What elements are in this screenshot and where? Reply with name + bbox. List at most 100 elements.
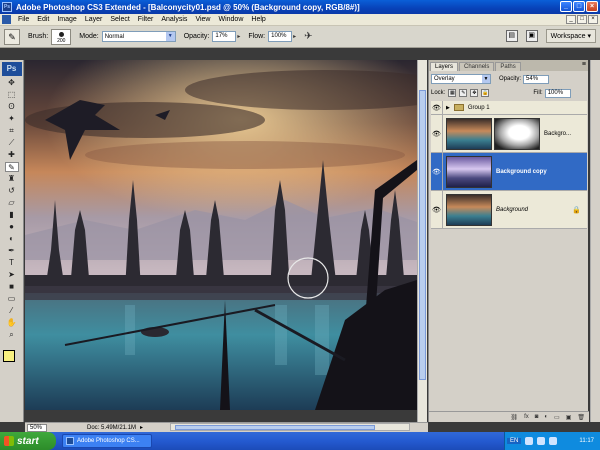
crop-icon[interactable]: ⌗ bbox=[5, 126, 19, 136]
hand-icon[interactable]: ✋ bbox=[5, 318, 19, 328]
menu-help[interactable]: Help bbox=[247, 16, 269, 23]
brush-tip-icon bbox=[59, 31, 65, 37]
layer-row-selected[interactable]: 👁 Background copy bbox=[431, 153, 587, 191]
stamp-icon[interactable]: ♜ bbox=[5, 174, 19, 184]
menu-image[interactable]: Image bbox=[53, 16, 80, 23]
menu-file[interactable]: File bbox=[14, 16, 33, 23]
fx-icon[interactable]: fx bbox=[524, 414, 529, 420]
menu-filter[interactable]: Filter bbox=[134, 16, 158, 23]
panel-dock-edge bbox=[590, 60, 600, 422]
layer-row-group[interactable]: 👁 ▶ Group 1 bbox=[431, 101, 587, 115]
menu-select[interactable]: Select bbox=[106, 16, 133, 23]
vertical-scrollbar[interactable] bbox=[417, 60, 427, 422]
brush-picker[interactable]: 200 bbox=[51, 28, 72, 45]
dodge-icon[interactable]: ◐ bbox=[5, 234, 19, 244]
taskbar-item-photoshop[interactable]: Adobe Photoshop CS... bbox=[62, 434, 152, 448]
document-canvas[interactable] bbox=[25, 60, 417, 410]
flow-slider-toggle-icon[interactable]: ▸ bbox=[293, 33, 296, 40]
new-layer-icon[interactable]: ▣ bbox=[566, 414, 572, 421]
status-menu-icon[interactable]: ▸ bbox=[140, 424, 143, 431]
tab-channels[interactable]: Channels bbox=[459, 62, 495, 71]
maximize-button[interactable]: □ bbox=[573, 1, 585, 12]
minimize-button[interactable]: _ bbox=[560, 1, 572, 12]
tray-icon[interactable] bbox=[549, 437, 558, 445]
trash-icon[interactable]: 🗑 bbox=[577, 414, 585, 421]
close-button[interactable]: × bbox=[586, 1, 598, 12]
doc-minimize-button[interactable]: _ bbox=[566, 15, 576, 24]
layer-opacity-input[interactable]: 54% bbox=[523, 74, 550, 84]
lock-transparency-icon[interactable]: ▦ bbox=[448, 89, 457, 97]
type-icon[interactable]: T bbox=[5, 258, 19, 268]
document-icon[interactable] bbox=[2, 15, 11, 24]
path-select-icon[interactable]: ➤ bbox=[5, 270, 19, 280]
palette-well-icon[interactable]: ▤ bbox=[505, 30, 518, 42]
magic-wand-icon[interactable]: ✦ bbox=[5, 114, 19, 124]
mode-select[interactable]: Normal ▼ bbox=[101, 31, 176, 42]
opacity-input[interactable]: 17% bbox=[212, 31, 237, 42]
bridge-icon[interactable]: ▣ bbox=[525, 30, 538, 42]
lock-position-icon[interactable]: ✥ bbox=[470, 89, 479, 97]
layer-mask-thumbnail[interactable] bbox=[494, 117, 540, 150]
marquee-icon[interactable]: ⬚ bbox=[5, 90, 19, 100]
eyedropper-icon[interactable]: ⁄ bbox=[5, 306, 19, 316]
vertical-scroll-thumb[interactable] bbox=[419, 90, 426, 380]
blend-mode-select[interactable]: Overlay ▼ bbox=[431, 74, 491, 84]
healing-icon[interactable]: ✚ bbox=[5, 150, 19, 160]
zoom-icon[interactable]: ⌕ bbox=[5, 330, 19, 340]
horizontal-scrollbar[interactable] bbox=[170, 423, 410, 431]
eraser-icon[interactable]: ▱ bbox=[5, 198, 19, 208]
eye-icon[interactable]: 👁 bbox=[431, 191, 443, 228]
start-button[interactable]: start bbox=[0, 432, 56, 450]
eye-icon[interactable]: 👁 bbox=[431, 153, 443, 190]
slice-icon[interactable]: ⟋ bbox=[5, 138, 19, 148]
tab-paths[interactable]: Paths bbox=[495, 62, 521, 71]
mask-icon[interactable]: ◙ bbox=[535, 414, 539, 420]
menu-analysis[interactable]: Analysis bbox=[157, 16, 191, 23]
tab-layers[interactable]: Layers bbox=[430, 62, 459, 71]
blend-row: Overlay ▼ Opacity: 54% bbox=[431, 73, 587, 85]
panel-bottom-bar: ⛓ fx ◙ ◐ ▭ ▣ 🗑 bbox=[429, 411, 589, 422]
color-swatches[interactable] bbox=[2, 346, 22, 368]
photoshop-logo[interactable]: Ps bbox=[1, 62, 22, 76]
move-icon[interactable]: ✥ bbox=[5, 78, 19, 88]
menu-edit[interactable]: Edit bbox=[33, 16, 53, 23]
blur-icon[interactable]: ● bbox=[5, 222, 19, 232]
link-icon[interactable]: ⛓ bbox=[510, 414, 518, 421]
menu-window[interactable]: Window bbox=[214, 16, 247, 23]
history-brush-icon[interactable]: ↺ bbox=[5, 186, 19, 196]
foreground-color[interactable] bbox=[2, 350, 15, 362]
flow-input[interactable]: 100% bbox=[268, 31, 293, 42]
tray-icon[interactable] bbox=[537, 437, 546, 445]
fill-input[interactable]: 100% bbox=[544, 88, 571, 98]
doc-close-button[interactable]: × bbox=[588, 15, 598, 24]
language-indicator[interactable]: EN bbox=[507, 438, 522, 444]
notes-icon[interactable]: ▭ bbox=[5, 294, 19, 304]
brush-tool-preset-icon[interactable]: ✎ bbox=[4, 28, 20, 45]
title-bar: Ps Adobe Photoshop CS3 Extended - [Balco… bbox=[0, 0, 600, 14]
brush-icon[interactable]: ✎ bbox=[4, 162, 19, 172]
menu-view[interactable]: View bbox=[191, 16, 214, 23]
lock-all-icon[interactable]: 🔒 bbox=[481, 89, 490, 97]
eye-icon[interactable]: 👁 bbox=[431, 115, 443, 152]
layer-thumbnail bbox=[446, 193, 492, 226]
tray-icon[interactable] bbox=[525, 437, 534, 445]
gradient-icon[interactable]: ▮ bbox=[5, 210, 19, 220]
adjustment-icon[interactable]: ◐ bbox=[544, 414, 548, 420]
menu-layer[interactable]: Layer bbox=[81, 16, 107, 23]
lock-pixels-icon[interactable]: ✎ bbox=[459, 89, 468, 97]
horizontal-scroll-thumb[interactable] bbox=[175, 425, 375, 430]
doc-restore-button[interactable]: □ bbox=[577, 15, 587, 24]
lasso-icon[interactable]: ʘ bbox=[5, 102, 19, 112]
airbrush-icon[interactable]: ✈ bbox=[304, 31, 312, 42]
panel-menu-icon[interactable]: ≡ bbox=[582, 61, 586, 68]
eye-icon[interactable]: 👁 bbox=[431, 101, 443, 114]
folder-icon[interactable]: ▭ bbox=[554, 414, 560, 421]
layer-row-masked[interactable]: 👁 Backgro... bbox=[431, 115, 587, 153]
opacity-slider-toggle-icon[interactable]: ▸ bbox=[237, 33, 240, 40]
workspace-menu[interactable]: Workspace ▾ bbox=[545, 29, 596, 43]
shape-icon[interactable]: ■ bbox=[5, 282, 19, 292]
layer-row-background[interactable]: 👁 Background 🔒 bbox=[431, 191, 587, 229]
pen-icon[interactable]: ✒ bbox=[5, 246, 19, 256]
zoom-field[interactable]: 50% bbox=[27, 423, 47, 432]
expand-triangle-icon[interactable]: ▶ bbox=[446, 105, 450, 111]
